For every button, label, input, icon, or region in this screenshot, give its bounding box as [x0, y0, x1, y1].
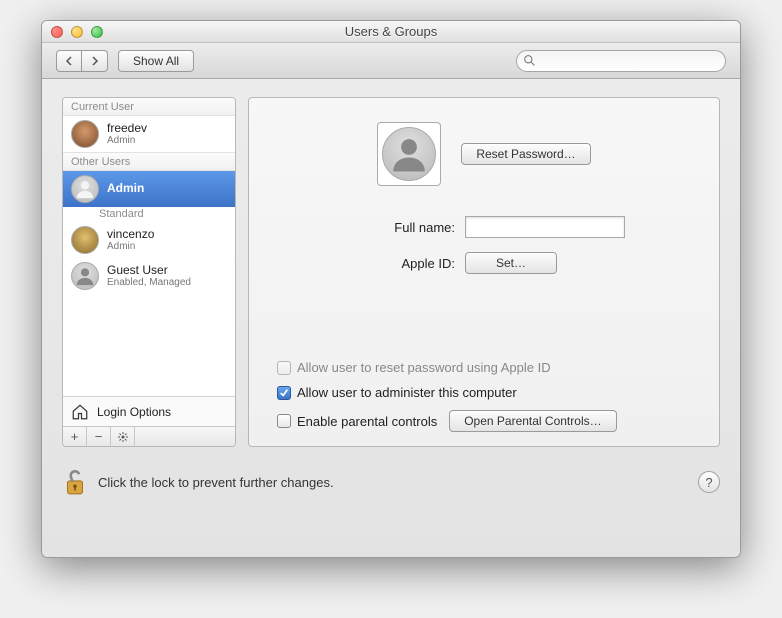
gear-icon: [117, 431, 129, 443]
appleid-set-button[interactable]: Set…: [465, 252, 557, 274]
chevron-left-icon: [65, 56, 73, 66]
user-name: Admin: [107, 182, 144, 195]
user-list: Current User freedev Admin Other Users: [63, 98, 235, 396]
appleid-label: Apple ID:: [343, 256, 455, 271]
search-icon: [523, 54, 536, 67]
checkbox-row-admin: Allow user to administer this computer: [277, 385, 691, 400]
section-other-users: Other Users: [63, 152, 235, 171]
footer: Click the lock to prevent further change…: [62, 467, 720, 497]
remove-user-button[interactable]: −: [87, 427, 111, 446]
help-button[interactable]: ?: [698, 471, 720, 493]
preferences-window: Users & Groups Show All Current User: [41, 20, 741, 558]
search-field-wrap: [516, 50, 726, 72]
checkbox-parental[interactable]: [277, 414, 291, 428]
lock-tip-text: Click the lock to prevent further change…: [98, 475, 334, 490]
nav-segmented-control: [56, 50, 108, 72]
avatar-icon: [71, 226, 99, 254]
window-title: Users & Groups: [42, 24, 740, 39]
reset-password-button[interactable]: Reset Password…: [461, 143, 590, 165]
login-options-row[interactable]: Login Options: [63, 396, 235, 426]
checkbox-reset-appleid[interactable]: [277, 361, 291, 375]
user-sidebar: Current User freedev Admin Other Users: [62, 97, 236, 447]
chevron-right-icon: [91, 56, 99, 66]
user-name: vincenzo: [107, 228, 154, 241]
action-menu-button[interactable]: [111, 427, 135, 446]
section-current-user: Current User: [63, 98, 235, 116]
user-name: freedev: [107, 122, 147, 135]
close-window-button[interactable]: [51, 26, 63, 38]
forward-button[interactable]: [82, 50, 108, 72]
user-role: Admin: [107, 136, 147, 146]
toolbar: Show All: [42, 43, 740, 79]
user-role: Enabled, Managed: [107, 278, 191, 288]
fullname-label: Full name:: [343, 220, 455, 235]
user-row-standard-group: Standard: [63, 207, 235, 222]
login-options-label: Login Options: [97, 405, 171, 419]
user-name: Guest User: [107, 264, 191, 277]
person-silhouette-icon: [71, 262, 99, 290]
open-parental-controls-button[interactable]: Open Parental Controls…: [449, 410, 616, 432]
user-row-current[interactable]: freedev Admin: [63, 116, 235, 152]
user-group-label: Standard: [99, 209, 144, 220]
content-area: Current User freedev Admin Other Users: [42, 79, 740, 557]
user-row-vincenzo[interactable]: vincenzo Admin: [63, 222, 235, 258]
checkbox-label: Allow user to reset password using Apple…: [297, 360, 551, 375]
sidebar-footer: + −: [63, 426, 235, 446]
main-panel: Reset Password… Full name: Apple ID: Set…: [248, 97, 720, 447]
checkmark-icon: [279, 388, 289, 398]
search-input[interactable]: [516, 50, 726, 72]
window-controls: [42, 26, 103, 38]
titlebar: Users & Groups: [42, 21, 740, 43]
profile-picture[interactable]: [377, 122, 441, 186]
checkbox-admin[interactable]: [277, 386, 291, 400]
fullname-input[interactable]: [465, 216, 625, 238]
checkbox-row-parental: Enable parental controls Open Parental C…: [277, 410, 691, 432]
minimize-window-button[interactable]: [71, 26, 83, 38]
home-icon: [71, 403, 89, 421]
show-all-button[interactable]: Show All: [118, 50, 194, 72]
user-row-admin[interactable]: Admin: [63, 171, 235, 207]
user-role: Admin: [107, 242, 154, 252]
checkbox-label: Enable parental controls: [297, 414, 437, 429]
unlocked-padlock-icon[interactable]: [62, 467, 88, 497]
user-row-guest[interactable]: Guest User Enabled, Managed: [63, 258, 235, 294]
person-silhouette-icon: [71, 175, 99, 203]
back-button[interactable]: [56, 50, 82, 72]
add-user-button[interactable]: +: [63, 427, 87, 446]
zoom-window-button[interactable]: [91, 26, 103, 38]
avatar-icon: [71, 120, 99, 148]
checkbox-row-reset-appleid: Allow user to reset password using Apple…: [277, 360, 691, 375]
checkbox-label: Allow user to administer this computer: [297, 385, 517, 400]
person-silhouette-icon: [382, 127, 436, 181]
